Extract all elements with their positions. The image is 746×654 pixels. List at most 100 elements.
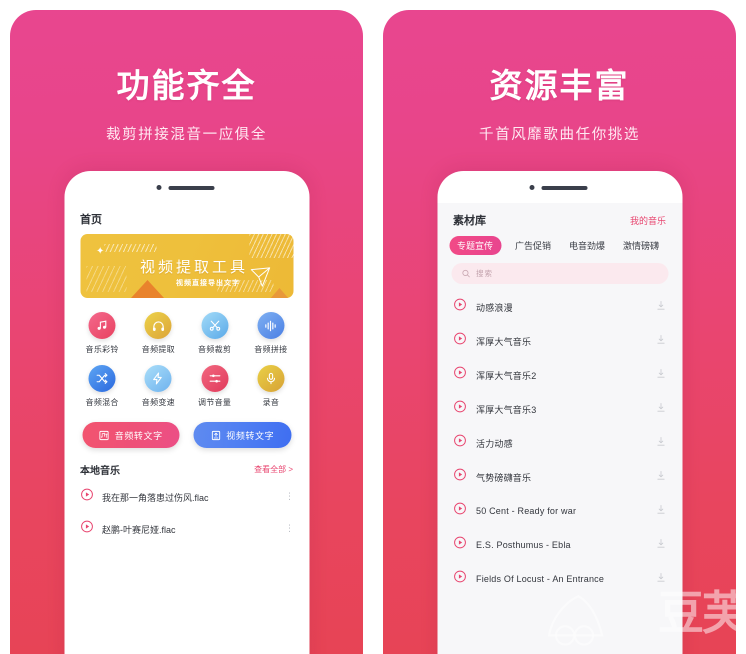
- music-note-icon: [88, 312, 116, 339]
- page-title: 首页: [80, 214, 102, 226]
- download-icon[interactable]: [655, 400, 666, 418]
- play-icon[interactable]: [453, 434, 466, 452]
- song-name: 气势磅礴音乐: [476, 472, 532, 483]
- search-icon: [461, 269, 470, 278]
- song-name: 活力动感: [476, 438, 513, 449]
- feature-item-volume[interactable]: 调节音量: [187, 365, 243, 408]
- feature-label: 音频拼接: [254, 345, 288, 354]
- feature-item-audio-extract[interactable]: 音频提取: [130, 312, 186, 355]
- feature-label: 音乐彩铃: [85, 345, 119, 354]
- library-header: 素材库 我的音乐: [437, 203, 682, 234]
- table-row[interactable]: 50 Cent - Ready for war: [437, 494, 682, 528]
- screenshot-stage: 功能齐全 裁剪拼接混音一应俱全 首页 ✦ 视频提取工具 视频直接导出文字 音乐彩…: [0, 0, 746, 654]
- phone-screen-right: 素材库 我的音乐 专题宣传 广告促销 电音劲爆 激情磅礴 搜索 动感浪漫 浑厚大…: [437, 203, 682, 654]
- tab-edm[interactable]: 电音劲爆: [565, 236, 609, 255]
- song-name: 浑厚大气音乐: [476, 336, 532, 347]
- download-icon[interactable]: [655, 570, 666, 588]
- play-icon[interactable]: [80, 520, 93, 538]
- plus-decor-icon: ✦: [96, 246, 105, 257]
- song-name: E.S. Posthumus - Ebla: [476, 540, 571, 550]
- promo-panel-right: 资源丰富 千首风靡歌曲任你挑选 素材库 我的音乐 专题宣传 广告促销 电音劲爆 …: [383, 10, 736, 654]
- table-row[interactable]: 活力动感: [437, 426, 682, 460]
- promo-panel-left: 功能齐全 裁剪拼接混音一应俱全 首页 ✦ 视频提取工具 视频直接导出文字 音乐彩…: [10, 10, 363, 654]
- feature-item-audio-mix[interactable]: 音频混合: [74, 365, 130, 408]
- track-name: 我在那一角落患过伤风.flac: [102, 492, 209, 503]
- play-icon[interactable]: [453, 570, 466, 588]
- play-icon[interactable]: [453, 536, 466, 554]
- view-all-link[interactable]: 查看全部 >: [254, 464, 293, 475]
- banner-title: 视频提取工具: [140, 259, 249, 276]
- section-title: 本地音乐: [80, 466, 120, 477]
- feature-label: 音频提取: [141, 345, 175, 354]
- track-name: 赵鹏-叶赛尼娅.flac: [102, 524, 176, 535]
- tab-ad-promo[interactable]: 广告促销: [511, 236, 555, 255]
- feature-item-audio-merge[interactable]: 音频拼接: [243, 312, 299, 355]
- cta-row: 音频转文字 视频转文字: [64, 408, 309, 448]
- play-icon[interactable]: [453, 332, 466, 350]
- banner-subtitle: 视频直接导出文字: [176, 280, 240, 287]
- more-options-icon[interactable]: ⋮: [285, 491, 294, 501]
- feature-item-ringtone[interactable]: 音乐彩铃: [74, 312, 130, 355]
- phone-notch: [64, 171, 309, 203]
- audio-to-text-icon: [99, 430, 109, 440]
- play-icon[interactable]: [453, 468, 466, 486]
- tab-epic[interactable]: 激情磅礴: [619, 236, 663, 255]
- play-icon[interactable]: [453, 366, 466, 384]
- table-row[interactable]: E.S. Posthumus - Ebla: [437, 528, 682, 562]
- play-icon[interactable]: [80, 488, 93, 506]
- download-icon[interactable]: [655, 536, 666, 554]
- feature-label: 音频混合: [85, 398, 119, 407]
- download-icon[interactable]: [655, 298, 666, 316]
- phone-mockup-left: 首页 ✦ 视频提取工具 视频直接导出文字 音乐彩铃 音频提取 音频裁剪 音频拼接…: [64, 171, 309, 654]
- download-icon[interactable]: [655, 332, 666, 350]
- phone-mockup-right: 素材库 我的音乐 专题宣传 广告促销 电音劲爆 激情磅礴 搜索 动感浪漫 浑厚大…: [437, 171, 682, 654]
- table-row[interactable]: 浑厚大气音乐2: [437, 358, 682, 392]
- audio-to-text-button[interactable]: 音频转文字: [82, 422, 180, 448]
- feature-item-audio-trim[interactable]: 音频裁剪: [187, 312, 243, 355]
- shuffle-icon: [88, 365, 116, 392]
- feature-item-audio-speed[interactable]: 音频变速: [130, 365, 186, 408]
- hatch-decor-icon: [249, 234, 293, 258]
- lightning-icon: [144, 365, 172, 392]
- headphones-icon: [144, 312, 172, 339]
- promo-banner-card[interactable]: ✦ 视频提取工具 视频直接导出文字: [80, 234, 293, 298]
- song-name: 浑厚大气音乐3: [476, 404, 537, 415]
- camera-dot-icon: [529, 185, 534, 190]
- song-name: 浑厚大气音乐2: [476, 370, 537, 381]
- panel-headline: 资源丰富: [489, 67, 630, 104]
- song-name: 动感浪漫: [476, 302, 513, 313]
- song-name: 50 Cent - Ready for war: [476, 506, 577, 516]
- panel-headline: 功能齐全: [116, 67, 257, 104]
- waveform-icon: [257, 312, 285, 339]
- microphone-icon: [257, 365, 285, 392]
- speaker-bar-icon: [168, 186, 214, 190]
- video-to-text-button[interactable]: 视频转文字: [193, 422, 291, 448]
- feature-grid: 音乐彩铃 音频提取 音频裁剪 音频拼接 音频混合 音频变速 调节音量 录音: [64, 298, 309, 408]
- more-options-icon[interactable]: ⋮: [285, 523, 294, 533]
- table-row[interactable]: Fields Of Locust - An Entrance: [437, 562, 682, 596]
- download-icon[interactable]: [655, 434, 666, 452]
- search-input[interactable]: 搜索: [451, 263, 668, 284]
- song-list: 动感浪漫 浑厚大气音乐 浑厚大气音乐2 浑厚大气音乐3 活力动感 气势磅礴音乐 …: [437, 288, 682, 596]
- feature-item-record[interactable]: 录音: [243, 365, 299, 408]
- feature-label: 录音: [262, 398, 280, 407]
- triangle-decor-icon: [114, 280, 180, 298]
- table-row[interactable]: 浑厚大气音乐: [437, 324, 682, 358]
- table-row[interactable]: 浑厚大气音乐3: [437, 392, 682, 426]
- play-icon[interactable]: [453, 400, 466, 418]
- tab-topic-promo[interactable]: 专题宣传: [449, 236, 502, 255]
- play-icon[interactable]: [453, 298, 466, 316]
- table-row[interactable]: 气势磅礴音乐: [437, 460, 682, 494]
- panel-subheadline: 千首风靡歌曲任你挑选: [479, 127, 640, 143]
- song-name: Fields Of Locust - An Entrance: [476, 574, 605, 584]
- download-icon[interactable]: [655, 468, 666, 486]
- my-music-link[interactable]: 我的音乐: [630, 214, 666, 227]
- list-item[interactable]: 赵鹏-叶赛尼娅.flac ⋮: [64, 513, 309, 545]
- download-icon[interactable]: [655, 502, 666, 520]
- download-icon[interactable]: [655, 366, 666, 384]
- play-icon[interactable]: [453, 502, 466, 520]
- table-row[interactable]: 动感浪漫: [437, 290, 682, 324]
- list-item[interactable]: 我在那一角落患过伤风.flac ⋮: [64, 481, 309, 513]
- feature-label: 音频变速: [141, 398, 175, 407]
- page-title: 素材库: [453, 215, 486, 227]
